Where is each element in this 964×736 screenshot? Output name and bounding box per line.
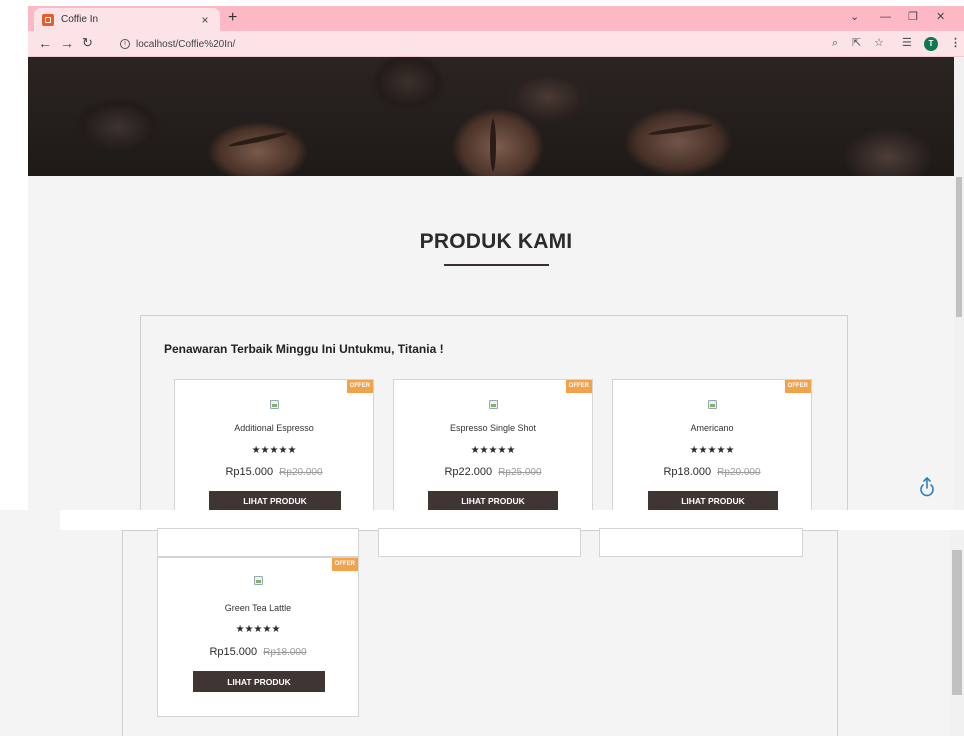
page-scrollbar[interactable]	[950, 530, 964, 736]
rating-stars: ★★★★★	[251, 445, 297, 456]
tab-close-icon[interactable]: ×	[198, 13, 212, 27]
price: Rp15.000	[225, 466, 274, 478]
title-underline	[444, 264, 549, 266]
bean-crease	[647, 122, 714, 137]
share-icon[interactable]: ⇱	[852, 37, 861, 49]
new-tab-button[interactable]: +	[228, 9, 237, 27]
reading-list-icon[interactable]: ☰	[902, 37, 912, 49]
price: Rp15.000	[209, 646, 258, 658]
old-price: Rp20.000	[717, 467, 761, 478]
old-price: Rp18.000	[263, 647, 307, 658]
bean-crease	[228, 130, 288, 149]
page-scrollbar[interactable]	[954, 57, 964, 510]
broken-image-icon	[489, 400, 498, 409]
product-card-additional-espresso[interactable]: OFFER Additional Espresso ★★★★★ Rp15.000…	[174, 379, 374, 510]
scrollbar-thumb[interactable]	[956, 177, 962, 317]
product-card-bottom	[157, 528, 359, 557]
product-name: Americano	[690, 423, 734, 433]
old-price: Rp25.000	[498, 467, 542, 478]
address-bar[interactable]: i localhost/Coffie%20In/	[120, 34, 880, 54]
forward-icon[interactable]: →	[60, 35, 74, 51]
tab-title: Coffie In	[61, 14, 99, 25]
profile-avatar[interactable]: T	[924, 37, 938, 51]
url-text: localhost/Coffie%20In/	[136, 38, 236, 50]
rating-stars: ★★★★★	[689, 445, 735, 456]
offer-badge: OFFER	[565, 380, 592, 393]
browser-window: Coffie In × + ⌄ — ❐ ✕ ← → ↻ i localhost/…	[28, 6, 964, 510]
offers-heading: Penawaran Terbaik Minggu Ini Untukmu, Ti…	[164, 342, 444, 356]
zoom-icon[interactable]: ⌕	[832, 37, 838, 49]
product-name: Green Tea Lattle	[224, 603, 292, 613]
minimize-icon[interactable]: —	[880, 10, 891, 24]
scrollbar-thumb[interactable]	[952, 550, 962, 695]
product-name: Additional Espresso	[234, 423, 314, 433]
menu-icon[interactable]: ⋮	[950, 37, 961, 49]
star-icon[interactable]: ☆	[874, 37, 884, 49]
product-card-green-tea-lattle[interactable]: OFFER Green Tea Lattle ★★★★★ Rp15.000 Rp1…	[157, 557, 359, 717]
back-icon[interactable]: ←	[38, 35, 52, 51]
bean-crease	[490, 119, 496, 171]
offer-badge: OFFER	[784, 380, 811, 393]
reload-icon[interactable]: ↻	[82, 35, 93, 51]
rating-stars: ★★★★★	[470, 445, 516, 456]
scroll-top-icon[interactable]	[918, 476, 936, 498]
rating-stars: ★★★★★	[235, 624, 281, 635]
broken-image-icon	[254, 576, 263, 585]
product-card-americano[interactable]: OFFER Americano ★★★★★ Rp18.000 Rp20.000 L…	[612, 379, 812, 510]
divider-strip	[60, 510, 964, 530]
view-product-button[interactable]: LIHAT PRODUK	[209, 491, 341, 510]
price-row: Rp15.000 Rp20.000	[175, 466, 373, 478]
product-card-bottom	[599, 528, 803, 557]
tab-search-icon[interactable]: ⌄	[850, 10, 859, 24]
price: Rp22.000	[444, 466, 493, 478]
offer-badge: OFFER	[346, 380, 373, 393]
price: Rp18.000	[663, 466, 712, 478]
view-product-button[interactable]: LIHAT PRODUK	[193, 671, 325, 692]
broken-image-icon	[708, 400, 717, 409]
old-price: Rp20.000	[279, 467, 323, 478]
info-icon[interactable]: i	[120, 39, 130, 49]
tab-coffie-in[interactable]: Coffie In ×	[34, 8, 220, 31]
broken-image-icon	[270, 400, 279, 409]
offer-badge: OFFER	[331, 558, 358, 571]
hero-banner-image	[28, 57, 964, 176]
scrolled-page-view: OFFER Green Tea Lattle ★★★★★ Rp15.000 Rp1…	[0, 510, 964, 736]
restore-icon[interactable]: ❐	[908, 10, 918, 24]
close-window-icon[interactable]: ✕	[936, 10, 945, 24]
favicon-icon	[42, 13, 54, 26]
price-row: Rp15.000 Rp18.000	[158, 646, 358, 658]
product-name: Espresso Single Shot	[449, 423, 537, 433]
product-card-bottom	[378, 528, 581, 557]
price-row: Rp22.000 Rp25.000	[394, 466, 592, 478]
product-card-espresso-single-shot[interactable]: OFFER Espresso Single Shot ★★★★★ Rp22.00…	[393, 379, 593, 510]
tab-strip: Coffie In × + ⌄ — ❐ ✕	[28, 6, 964, 31]
price-row: Rp18.000 Rp20.000	[613, 466, 811, 478]
view-product-button[interactable]: LIHAT PRODUK	[648, 491, 778, 510]
browser-toolbar: ← → ↻ i localhost/Coffie%20In/ ⌕ ⇱ ☆ ☰ T…	[28, 31, 964, 57]
view-product-button[interactable]: LIHAT PRODUK	[428, 491, 558, 510]
page-title: PRODUK KAMI	[419, 230, 573, 253]
